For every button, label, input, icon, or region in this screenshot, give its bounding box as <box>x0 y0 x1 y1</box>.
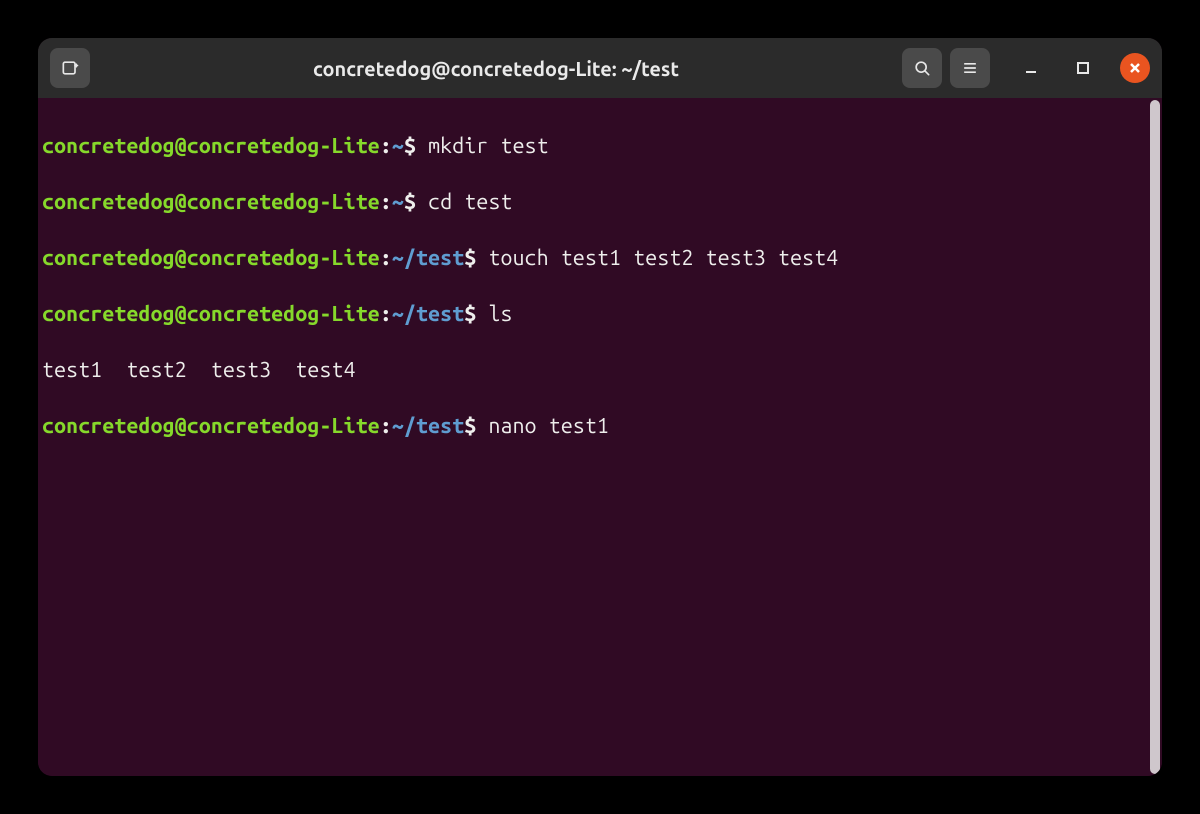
search-button[interactable] <box>902 48 942 88</box>
prompt-dollar: $ <box>464 246 476 270</box>
prompt-dollar: $ <box>464 302 476 326</box>
prompt-user-host: concretedog@concretedog-Lite <box>42 302 380 326</box>
prompt-path: ~ <box>392 190 404 214</box>
terminal-line: concretedog@concretedog-Lite:~$ mkdir te… <box>42 132 1160 160</box>
prompt-path: ~/test <box>392 246 464 270</box>
command-text: cd test <box>428 190 512 214</box>
hamburger-icon <box>960 58 980 78</box>
prompt-separator: : <box>380 190 392 214</box>
search-icon <box>912 58 932 78</box>
prompt-separator: : <box>380 414 392 438</box>
close-button[interactable] <box>1120 53 1150 83</box>
terminal-line: concretedog@concretedog-Lite:~$ cd test <box>42 188 1160 216</box>
command-text: nano test1 <box>488 414 609 438</box>
new-tab-button[interactable] <box>50 48 90 88</box>
prompt-dollar: $ <box>404 134 416 158</box>
terminal-window: concretedog@concretedog-Lite: ~/test <box>38 38 1162 776</box>
minimize-button[interactable] <box>1016 53 1046 83</box>
prompt-path: ~/test <box>392 302 464 326</box>
terminal-line: concretedog@concretedog-Lite:~/test$ tou… <box>42 244 1160 272</box>
command-text: touch test1 test2 test3 test4 <box>488 246 838 270</box>
maximize-icon <box>1075 60 1091 76</box>
minimize-icon <box>1023 60 1039 76</box>
prompt-user-host: concretedog@concretedog-Lite <box>42 134 380 158</box>
new-tab-icon <box>60 58 80 78</box>
terminal-line: test1 test2 test3 test4 <box>42 356 1160 384</box>
prompt-dollar: $ <box>464 414 476 438</box>
maximize-button[interactable] <box>1068 53 1098 83</box>
window-title: concretedog@concretedog-Lite: ~/test <box>313 57 679 80</box>
terminal-line: concretedog@concretedog-Lite:~/test$ nan… <box>42 412 1160 440</box>
menu-button[interactable] <box>950 48 990 88</box>
prompt-user-host: concretedog@concretedog-Lite <box>42 190 380 214</box>
prompt-user-host: concretedog@concretedog-Lite <box>42 414 380 438</box>
window-controls <box>1016 53 1150 83</box>
command-text: mkdir test <box>428 134 549 158</box>
prompt-separator: : <box>380 246 392 270</box>
scrollbar[interactable] <box>1150 100 1160 774</box>
titlebar: concretedog@concretedog-Lite: ~/test <box>38 38 1162 98</box>
prompt-separator: : <box>380 134 392 158</box>
prompt-user-host: concretedog@concretedog-Lite <box>42 246 380 270</box>
prompt-dollar: $ <box>404 190 416 214</box>
prompt-path: ~ <box>392 134 404 158</box>
command-text: ls <box>488 302 512 326</box>
close-icon <box>1128 61 1142 75</box>
prompt-separator: : <box>380 302 392 326</box>
terminal-body[interactable]: concretedog@concretedog-Lite:~$ mkdir te… <box>38 98 1162 776</box>
terminal-content[interactable]: concretedog@concretedog-Lite:~$ mkdir te… <box>38 98 1162 502</box>
command-output: test1 test2 test3 test4 <box>42 358 356 382</box>
terminal-line: concretedog@concretedog-Lite:~/test$ ls <box>42 300 1160 328</box>
prompt-path: ~/test <box>392 414 464 438</box>
